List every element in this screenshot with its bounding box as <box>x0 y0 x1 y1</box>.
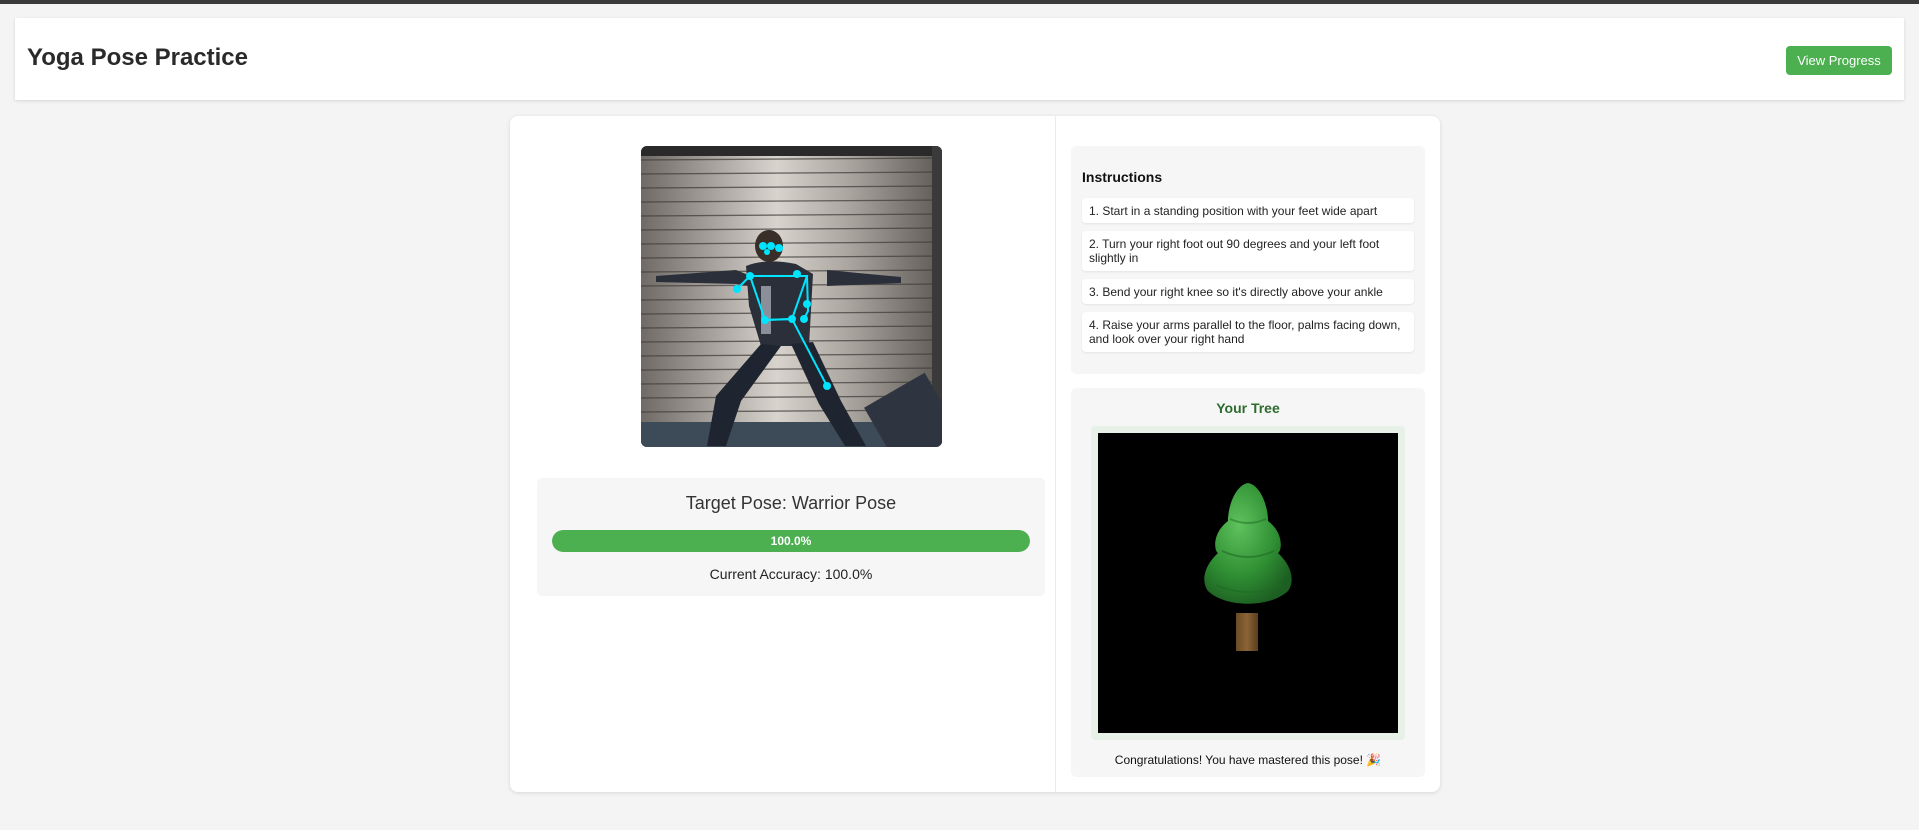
instruction-step: 4. Raise your arms parallel to the floor… <box>1082 312 1414 352</box>
app-header: Yoga Pose Practice View Progress <box>15 18 1904 100</box>
webcam-frame-image <box>641 146 942 447</box>
accuracy-progress-text: 100.0% <box>770 534 812 548</box>
view-progress-button[interactable]: View Progress <box>1786 46 1892 75</box>
browser-top-border <box>0 0 1919 4</box>
tree-title: Your Tree <box>1216 400 1280 416</box>
instructions-panel: Instructions 1. Start in a standing posi… <box>1071 146 1425 374</box>
pine-tree-icon <box>1204 483 1292 651</box>
tree-frame <box>1091 426 1405 740</box>
instruction-step: 2. Turn your right foot out 90 degrees a… <box>1082 231 1414 271</box>
webcam-feed <box>641 146 942 447</box>
tree-3d-canvas[interactable] <box>1098 433 1398 733</box>
app-title: Yoga Pose Practice <box>27 44 248 71</box>
target-pose-label: Target Pose: Warrior Pose <box>685 493 897 513</box>
instruction-step: 3. Bend your right knee so it's directly… <box>1082 279 1414 304</box>
accuracy-progress-bar: 100.0% <box>552 530 1030 552</box>
pose-status-panel: Target Pose: Warrior Pose 100.0% Current… <box>537 478 1045 596</box>
instruction-step: 1. Start in a standing position with you… <box>1082 198 1414 223</box>
practice-card: Target Pose: Warrior Pose 100.0% Current… <box>510 116 1440 792</box>
column-divider <box>1055 116 1056 792</box>
tree-panel: Your Tree Congratulations! You have mast… <box>1071 388 1425 777</box>
congratulations-message: Congratulations! You have mastered this … <box>1114 753 1382 767</box>
current-accuracy-label: Current Accuracy: 100.0% <box>709 566 873 582</box>
instructions-title: Instructions <box>1082 169 1163 185</box>
